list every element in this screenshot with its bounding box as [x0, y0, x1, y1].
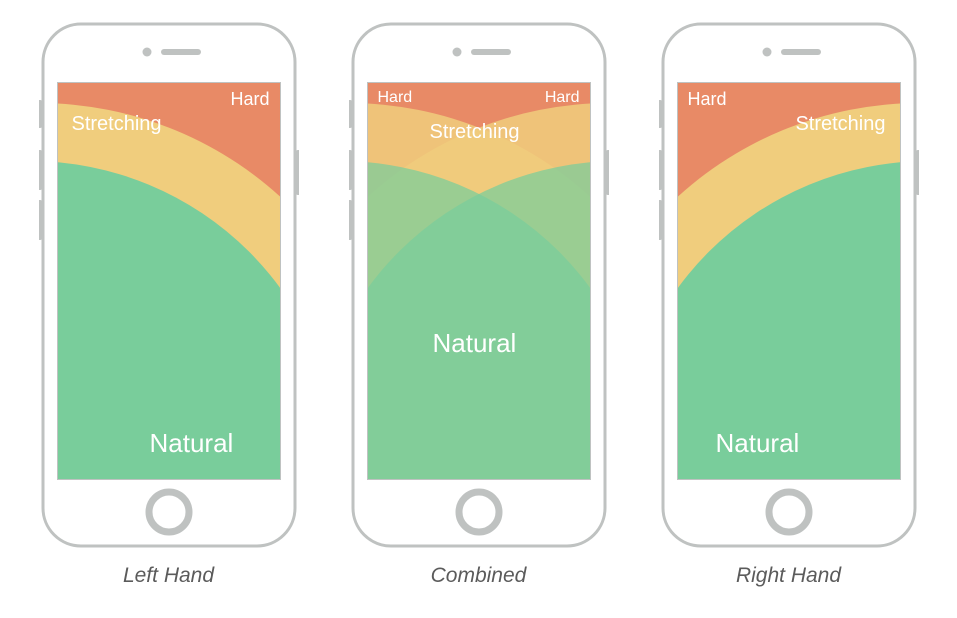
panel-left-hand: Hard Stretching Natural Left Hand: [39, 20, 299, 588]
label-hard-left: Hard: [230, 89, 269, 110]
caption-right: Right Hand: [736, 564, 841, 588]
label-natural-right: Natural: [716, 428, 800, 459]
caption-combined: Combined: [431, 564, 527, 588]
label-stretching-right: Stretching: [795, 113, 885, 136]
screen-left: Hard Stretching Natural: [57, 82, 281, 480]
label-hard-combined-l: Hard: [378, 89, 413, 107]
label-stretching-combined: Stretching: [430, 121, 520, 144]
label-stretching-left: Stretching: [72, 113, 162, 136]
caption-left: Left Hand: [123, 564, 214, 588]
screen-right: Hard Stretching Natural: [677, 82, 901, 480]
panel-right-hand: Hard Stretching Natural Right Hand: [659, 20, 919, 588]
screen-combined: Hard Hard Stretching Natural: [367, 82, 591, 480]
label-hard-combined-r: Hard: [545, 89, 580, 107]
phone-left: Hard Stretching Natural: [39, 20, 299, 550]
phone-combined: Hard Hard Stretching Natural: [349, 20, 609, 550]
label-natural-combined: Natural: [433, 328, 517, 359]
phone-right: Hard Stretching Natural: [659, 20, 919, 550]
panel-combined: Hard Hard Stretching Natural Combined: [349, 20, 609, 588]
label-hard-right: Hard: [688, 89, 727, 110]
label-natural-left: Natural: [150, 428, 234, 459]
